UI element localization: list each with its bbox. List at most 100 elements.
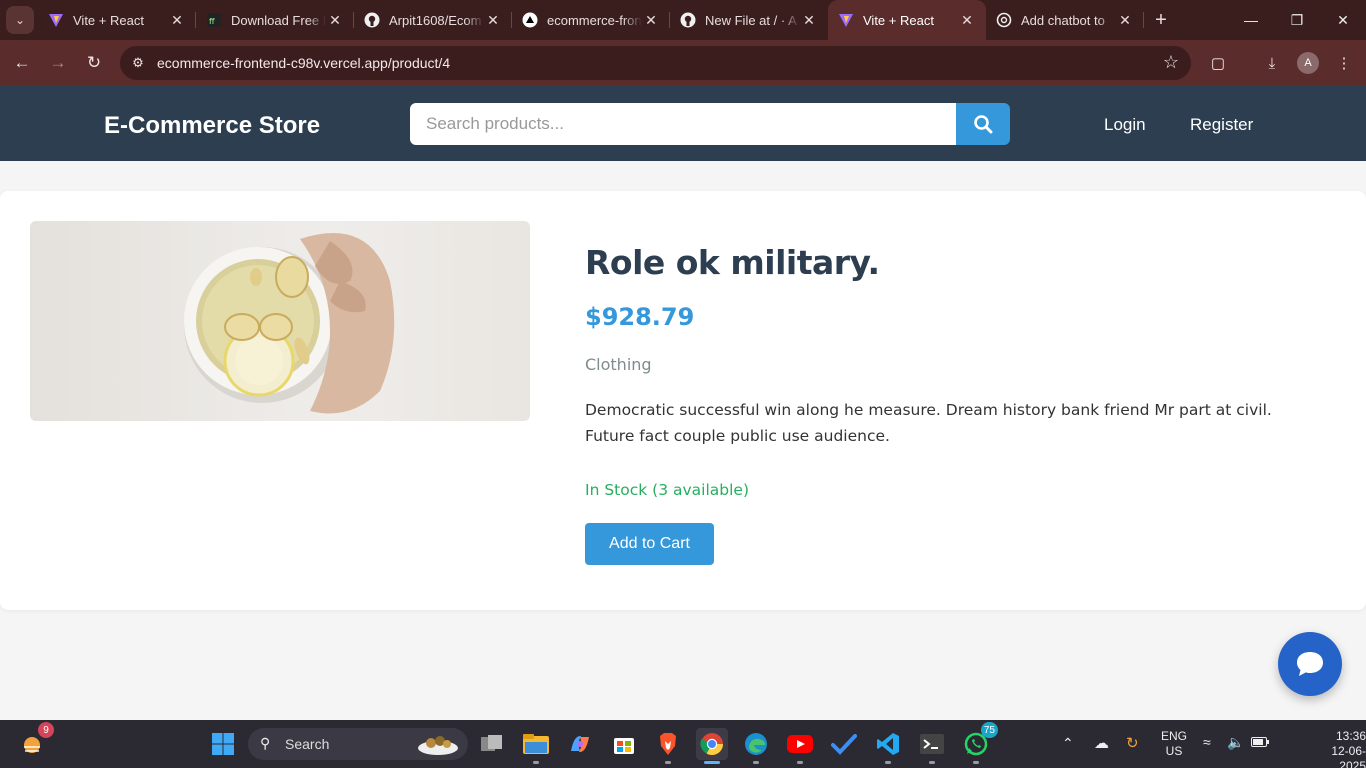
tab-title: Arpit1608/Ecom (389, 12, 482, 28)
site-info-icon[interactable]: ⚙ (128, 53, 148, 73)
product-image (30, 221, 530, 421)
browser-tab-active[interactable]: Vite + React ✕ (828, 0, 986, 40)
task-view-icon (481, 735, 502, 751)
close-icon[interactable]: ✕ (326, 12, 344, 29)
product-price: $928.79 (585, 303, 695, 331)
tab-title: Vite + React (73, 12, 144, 28)
sync-icon[interactable]: ↻ (1126, 734, 1139, 752)
todo-app[interactable] (828, 728, 860, 760)
microsoft-store-app[interactable] (608, 728, 640, 760)
browser-tab[interactable]: ecommerce-fron ✕ (512, 0, 670, 40)
task-view-app[interactable] (476, 728, 508, 760)
file-explorer-app[interactable] (520, 728, 552, 764)
close-icon[interactable]: ✕ (958, 12, 976, 29)
browser-tab[interactable]: New File at / · A ✕ (670, 0, 828, 40)
battery-icon[interactable] (1251, 736, 1269, 750)
register-link[interactable]: Register (1190, 115, 1253, 135)
tab-title: Vite + React (863, 12, 934, 28)
browser-toolbar: ← → ↻ ⚙ ecommerce-frontend-c98v.vercel.a… (0, 40, 1366, 86)
window-close-button[interactable]: ✕ (1320, 0, 1366, 40)
chrome-app[interactable] (696, 728, 728, 764)
close-icon[interactable]: ✕ (800, 12, 818, 29)
minimize-button[interactable]: — (1228, 0, 1274, 40)
vite-icon (838, 12, 854, 28)
language-indicator[interactable]: ENG US (1161, 729, 1187, 759)
onedrive-icon[interactable]: ☁ (1094, 734, 1109, 752)
clock-date: 12-06-2025 (1331, 744, 1366, 768)
download-icon[interactable]: ⤓ (1261, 52, 1283, 74)
volume-icon[interactable]: 🔈 (1227, 734, 1244, 751)
brave-app[interactable] (652, 728, 684, 764)
weather-widget[interactable]: 9 (16, 722, 54, 760)
youtube-app[interactable] (784, 728, 816, 764)
taskbar-search[interactable]: ⚲ Search (248, 728, 468, 760)
copilot-app[interactable] (564, 728, 596, 760)
chatbot-button[interactable] (1278, 632, 1342, 696)
browser-tab[interactable]: Arpit1608/Ecom ✕ (354, 0, 512, 40)
download-site-icon: ff (206, 12, 222, 28)
browser-tab[interactable]: Add chatbot to ✕ (986, 0, 1144, 40)
edge-app[interactable] (740, 728, 772, 764)
new-tab-button[interactable]: + (1150, 8, 1172, 32)
system-clock[interactable]: 13:36 12-06-2025 (1312, 729, 1366, 768)
restore-button[interactable]: ❐ (1274, 0, 1320, 40)
menu-kebab-icon[interactable]: ⋮ (1333, 52, 1355, 74)
extensions-icon[interactable]: ▢ (1207, 52, 1229, 74)
login-link[interactable]: Login (1104, 115, 1146, 135)
close-icon[interactable]: ✕ (642, 12, 660, 29)
arrow-left-icon: ← (13, 53, 31, 72)
back-button[interactable]: ← (10, 51, 34, 75)
wifi-icon[interactable]: ≈ (1203, 734, 1211, 750)
tray-overflow-chevron-icon[interactable]: ⌃ (1062, 735, 1074, 752)
product-category: Clothing (585, 355, 652, 374)
search-input[interactable] (410, 103, 956, 145)
close-icon[interactable]: ✕ (484, 12, 502, 29)
browser-tab[interactable]: ff Download Free I ✕ (196, 0, 354, 40)
whatsapp-app[interactable]: 75 (960, 722, 998, 764)
address-bar[interactable]: ⚙ ecommerce-frontend-c98v.vercel.app/pro… (120, 46, 1191, 80)
folder-icon (523, 734, 549, 754)
language-code: ENG (1161, 729, 1188, 743)
product-detail-card: Role ok military. $928.79 Clothing Democ… (0, 191, 1366, 610)
food-bowl-icon (418, 736, 458, 755)
close-icon[interactable]: ✕ (168, 12, 186, 29)
start-button[interactable] (207, 728, 239, 760)
tab-title: ecommerce-fron (547, 12, 642, 28)
reload-button[interactable]: ↻ (82, 51, 106, 75)
terminal-icon (920, 734, 944, 754)
vscode-app[interactable] (872, 728, 904, 764)
bookmark-star-icon[interactable]: ☆ (1163, 52, 1179, 73)
clock-time: 13:36 (1335, 729, 1366, 743)
store-bag-icon (614, 738, 634, 754)
forward-button[interactable]: → (46, 51, 70, 75)
browser-tab[interactable]: Vite + React ✕ (38, 0, 196, 40)
vscode-icon (877, 733, 899, 755)
product-title: Role ok military. (585, 243, 880, 282)
store-brand[interactable]: E-Commerce Store (104, 112, 320, 140)
vite-icon (48, 12, 64, 28)
search-icon (974, 115, 993, 134)
add-to-cart-button[interactable]: Add to Cart (585, 523, 714, 565)
weather-badge: 9 (38, 722, 54, 738)
reload-icon: ↻ (86, 53, 102, 72)
svg-text:ff: ff (209, 17, 215, 26)
profile-avatar[interactable]: A (1297, 52, 1319, 74)
chrome-icon (700, 733, 723, 755)
tab-title: New File at / · A (705, 12, 797, 28)
openai-icon (996, 12, 1012, 28)
search-button[interactable] (956, 103, 1010, 145)
tab-search-button[interactable]: ⌄ (6, 6, 34, 34)
terminal-app[interactable] (916, 728, 948, 764)
close-icon[interactable]: ✕ (1116, 12, 1134, 29)
stock-status: In Stock (3 available) (585, 481, 749, 499)
chevron-down-icon: ⌄ (14, 13, 26, 27)
ginger-tea-illustration (184, 232, 395, 414)
site-header: E-Commerce Store Login Register (0, 86, 1366, 161)
url-text[interactable]: ecommerce-frontend-c98v.vercel.app/produ… (157, 55, 450, 71)
whatsapp-badge: 75 (980, 722, 998, 738)
product-description: Democratic successful win along he measu… (585, 401, 1272, 445)
copilot-icon (571, 735, 589, 753)
github-icon (680, 12, 696, 28)
taskbar-search-label: Search (285, 736, 330, 752)
search-icon: ⚲ (260, 735, 271, 751)
